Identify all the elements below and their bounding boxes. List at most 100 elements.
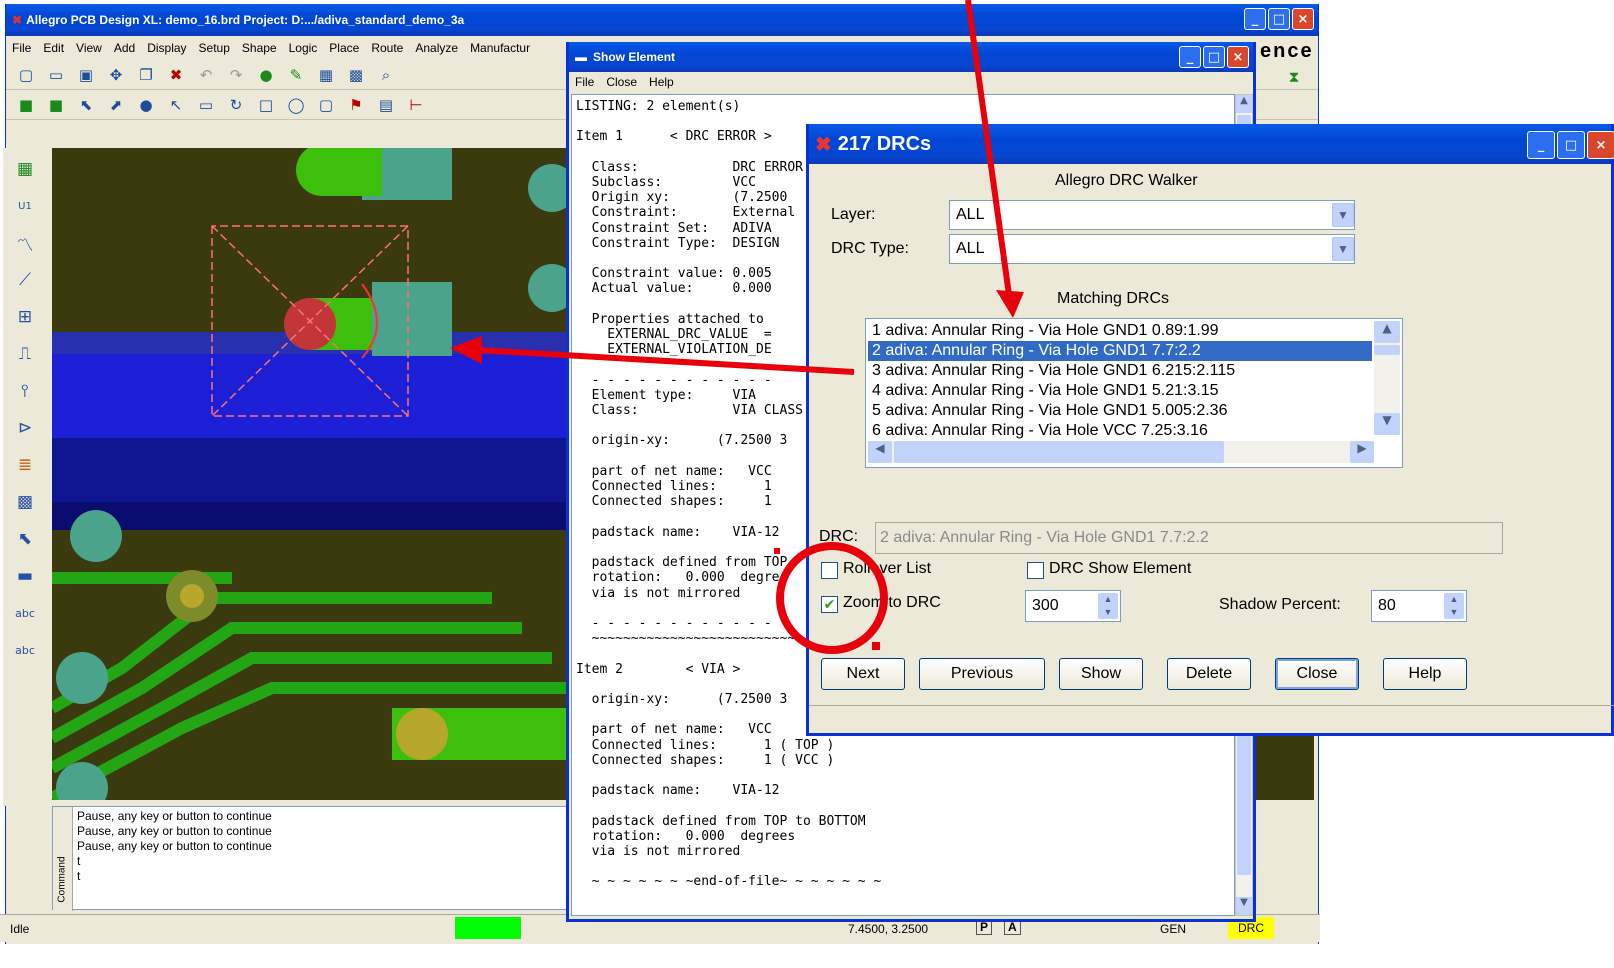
add-text-icon[interactable]: abc (10, 598, 40, 628)
grid-icon[interactable]: ▦ (314, 64, 338, 86)
scroll-up-icon[interactable]: ▲ (1236, 95, 1252, 113)
maximize-icon[interactable]: □ (1557, 131, 1585, 159)
drc-type-combobox[interactable]: ALL ▼ (949, 234, 1355, 264)
menu-manufacture[interactable]: Manufactur (470, 41, 530, 55)
close-icon[interactable]: × (1292, 8, 1314, 30)
open-folder-icon[interactable]: ▭ (44, 64, 68, 86)
copy-icon[interactable]: ❐ (134, 64, 158, 86)
menu-file[interactable]: File (575, 75, 594, 89)
rect-icon[interactable]: ▭ (194, 94, 218, 116)
circle-icon[interactable]: ● (134, 94, 158, 116)
scroll-right-icon[interactable]: ▶ (1350, 441, 1374, 463)
scroll-thumb[interactable] (1374, 345, 1400, 355)
menu-place[interactable]: Place (329, 41, 359, 55)
delete-button[interactable]: Delete (1167, 658, 1251, 690)
grid-select-icon[interactable]: ▩ (10, 487, 40, 517)
menu-analyze[interactable]: Analyze (415, 41, 458, 55)
menu-add[interactable]: Add (114, 41, 135, 55)
show-element-titlebar[interactable]: ▬ Show Element _ □ × (569, 42, 1253, 72)
minimize-icon[interactable]: _ (1244, 8, 1266, 30)
menu-edit[interactable]: Edit (43, 41, 64, 55)
minimize-icon[interactable]: _ (1527, 131, 1555, 159)
console-tab[interactable]: Command (53, 807, 73, 911)
fanout-icon[interactable]: ⊞ (10, 302, 40, 332)
menu-view[interactable]: View (76, 41, 102, 55)
pin-icon[interactable]: ✎ (284, 64, 308, 86)
drc-list-item[interactable]: 3 adiva: Annular Ring - Via Hole GND1 6.… (868, 361, 1372, 381)
spinner-icon[interactable]: ▲ ▼ (1098, 593, 1118, 619)
chevron-down-icon[interactable]: ▼ (1332, 237, 1354, 261)
drc-show-element-checkbox[interactable] (1027, 562, 1044, 579)
select-area-icon[interactable]: ⬈ (104, 94, 128, 116)
menu-setup[interactable]: Setup (199, 41, 230, 55)
delete-icon[interactable]: ✖ (164, 64, 188, 86)
hscroll-thumb[interactable] (894, 441, 1224, 463)
show-button[interactable]: Show (1059, 658, 1143, 690)
menu-route[interactable]: Route (371, 41, 403, 55)
drc-list-item[interactable]: 6 adiva: Annular Ring - Via Hole VCC 7.2… (868, 421, 1372, 439)
rollover-list-checkbox[interactable] (821, 562, 838, 579)
main-titlebar[interactable]: ✖ Allegro PCB Design XL: demo_16.brd Pro… (6, 4, 1318, 36)
dimension-icon[interactable]: ⊢ (404, 94, 428, 116)
split-icon[interactable]: ⫯ (10, 376, 40, 406)
menu-logic[interactable]: Logic (289, 41, 318, 55)
flag-icon[interactable]: ⚑ (344, 94, 368, 116)
drc-list-item[interactable]: 4 adiva: Annular Ring - Via Hole GND1 5.… (868, 381, 1372, 401)
listbox-hscroll[interactable]: ◀ ▶ (868, 441, 1374, 463)
matching-drcs-listbox[interactable]: 1 adiva: Annular Ring - Via Hole GND1 0.… (865, 318, 1403, 468)
zoom-icon[interactable]: ⌕ (374, 64, 398, 86)
listbox-vscroll[interactable]: ▲ ▼ (1374, 321, 1400, 435)
select-icon[interactable]: ⬉ (74, 94, 98, 116)
place-component-icon[interactable]: ▦ (10, 154, 40, 184)
route-icon[interactable]: 〽 (10, 228, 40, 258)
menu-shape[interactable]: Shape (242, 41, 277, 55)
chevron-down-icon[interactable]: ▼ (1332, 203, 1354, 227)
edit-text-icon[interactable]: abc (10, 635, 40, 665)
pointer-icon[interactable]: ↖ (164, 94, 188, 116)
help-button[interactable]: Help (1383, 658, 1467, 690)
move-icon[interactable]: ✥ (104, 64, 128, 86)
highlight-icon[interactable]: ● (254, 64, 278, 86)
next-button[interactable]: Next (821, 658, 905, 690)
drc-list-item[interactable]: 1 adiva: Annular Ring - Via Hole GND1 0.… (868, 321, 1372, 341)
layer-alt-icon[interactable]: ■ (44, 94, 68, 116)
previous-button[interactable]: Previous (919, 658, 1045, 690)
list-icon[interactable]: ≣ (10, 450, 40, 480)
arrow-right-icon[interactable]: ⊳ (10, 413, 40, 443)
redo-icon[interactable]: ↷ (224, 64, 248, 86)
cursor-icon[interactable]: ⬉ (10, 524, 40, 554)
close-icon[interactable]: × (1587, 131, 1614, 159)
close-button[interactable]: Close (1275, 658, 1359, 690)
circle-outline-icon[interactable]: ◯ (284, 94, 308, 116)
maximize-icon[interactable]: □ (1203, 46, 1225, 68)
drc-titlebar[interactable]: ✖ 217 DRCs _ □ × (809, 124, 1614, 164)
menu-display[interactable]: Display (147, 41, 186, 55)
layer-icon[interactable]: ■ (14, 94, 38, 116)
undo-icon[interactable]: ↶ (194, 64, 218, 86)
scroll-left-icon[interactable]: ◀ (868, 441, 892, 463)
zoom-to-drc-checkbox[interactable]: ✔ (821, 596, 838, 613)
square-icon[interactable]: □ (254, 94, 278, 116)
component-icon[interactable]: ▤ (374, 94, 398, 116)
minimize-icon[interactable]: _ (1179, 46, 1201, 68)
maximize-icon[interactable]: □ (1268, 8, 1290, 30)
drc-list-item[interactable]: 5 adiva: Annular Ring - Via Hole GND1 5.… (868, 401, 1372, 421)
scroll-up-icon[interactable]: ▲ (1374, 321, 1400, 343)
menu-help[interactable]: Help (649, 75, 674, 89)
rotate-icon[interactable]: ↻ (224, 94, 248, 116)
u1-icon[interactable]: U1 (10, 191, 40, 221)
slide-icon[interactable]: ⟋ (10, 265, 40, 295)
drc-list-item-selected[interactable]: 2 adiva: Annular Ring - Via Hole GND1 7.… (868, 341, 1372, 361)
tune-icon[interactable]: ⎍ (10, 339, 40, 369)
new-file-icon[interactable]: ▢ (14, 64, 38, 86)
shadow-spinbox[interactable]: 80 ▲ ▼ (1371, 590, 1467, 622)
spinner-icon[interactable]: ▲ ▼ (1444, 593, 1464, 619)
close-icon[interactable]: × (1227, 46, 1249, 68)
rectangle-tool-icon[interactable]: ▬ (10, 561, 40, 591)
layer-combobox[interactable]: ALL ▼ (949, 200, 1355, 230)
save-icon[interactable]: ▣ (74, 64, 98, 86)
zoom-spinbox[interactable]: 300 ▲ ▼ (1025, 590, 1121, 622)
box-icon[interactable]: ▢ (314, 94, 338, 116)
scroll-down-icon[interactable]: ▼ (1374, 413, 1400, 435)
scroll-down-icon[interactable]: ▼ (1236, 897, 1252, 915)
